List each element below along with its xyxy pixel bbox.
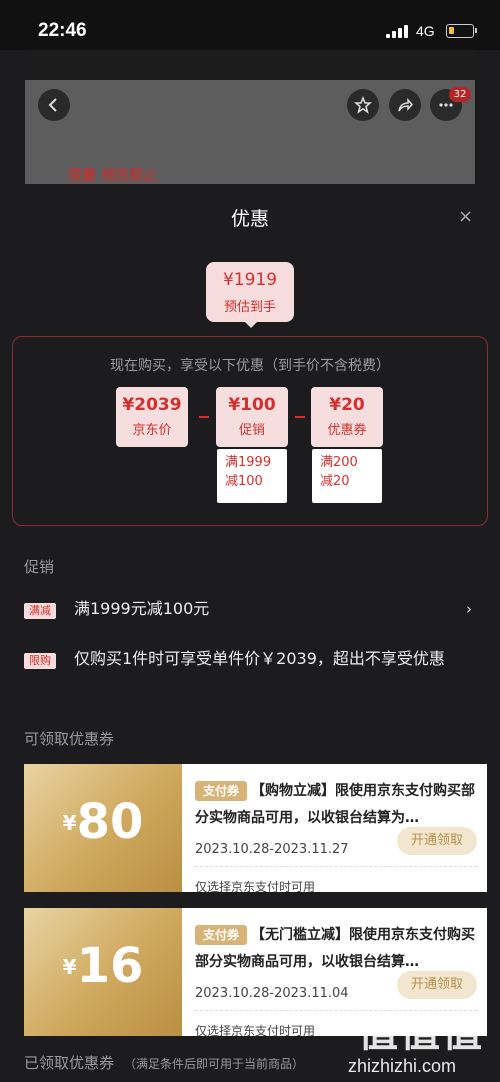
minus-sign bbox=[199, 416, 209, 418]
coupon-amount: ¥20 bbox=[329, 395, 365, 415]
promo-row-full-reduction[interactable]: 满减 满1999元减100元 › bbox=[24, 599, 476, 622]
back-button[interactable] bbox=[38, 89, 70, 121]
background-promo-text: 限量 领完即止 bbox=[68, 168, 157, 184]
coupon-note: 仅选择京东支付时可用 bbox=[195, 880, 316, 892]
back-icon bbox=[48, 98, 57, 112]
jd-price-chip: ¥2039 京东价 bbox=[116, 387, 188, 447]
coupon-dates: 2023.10.28-2023.11.04 bbox=[195, 986, 349, 1001]
star-icon bbox=[354, 96, 372, 114]
promo-rule-line2: 减100 bbox=[225, 474, 263, 489]
coupon-divider bbox=[195, 866, 477, 867]
share-icon bbox=[398, 98, 414, 112]
watermark-logo: 值值值 bbox=[358, 1010, 484, 1056]
cart-badge: 32 bbox=[449, 87, 471, 102]
battery-icon bbox=[446, 24, 477, 38]
close-icon[interactable]: × bbox=[458, 206, 473, 227]
coupon-rule: 满200 减20 bbox=[312, 449, 382, 503]
status-time: 22:46 bbox=[38, 20, 87, 41]
discount-sheet: 优惠 × ¥1919 预估到手 现在购买，享受以下优惠（到手价不含税费） ¥20… bbox=[0, 184, 500, 1082]
coupons-heading: 可领取优惠券 bbox=[24, 730, 115, 748]
promo-row-purchase-limit: 限购 仅购买1件时可享受单件价￥2039，超出不享受优惠 bbox=[24, 649, 476, 698]
coupon-rule-line1: 满200 bbox=[320, 455, 358, 470]
final-price-bubble: ¥1919 预估到手 bbox=[206, 262, 294, 328]
jd-price-label: 京东价 bbox=[132, 423, 172, 438]
watermark: 值值值 zhizhizhi.com bbox=[340, 1000, 500, 1082]
promo-text: 满1999元减100元 bbox=[74, 599, 210, 618]
network-type: 4G bbox=[416, 23, 435, 39]
jd-price-amount: ¥2039 bbox=[122, 395, 182, 415]
received-heading-text: 已领取优惠券 bbox=[24, 1054, 115, 1072]
received-coupons-heading: 已领取优惠券 （满足条件后即可用于当前商品） bbox=[24, 1052, 304, 1073]
sheet-title: 优惠 bbox=[230, 208, 269, 230]
promo-label: 促销 bbox=[238, 423, 265, 438]
coupon-rule-line2: 减20 bbox=[320, 474, 350, 489]
coupon-tag: 支付券 bbox=[195, 781, 248, 801]
coupon-dates: 2023.10.28-2023.11.27 bbox=[195, 842, 349, 857]
coupon-card: ¥80 支付券 【购物立减】限使用京东支付购买部分实物商品可用，以收银台结算为… … bbox=[24, 764, 487, 892]
final-price-amount: ¥1919 bbox=[222, 270, 278, 290]
coupon-tag: 支付券 bbox=[195, 925, 248, 945]
coupon-value: 16 bbox=[76, 938, 144, 994]
promo-tag: 满减 bbox=[24, 602, 56, 619]
favorite-button[interactable] bbox=[347, 89, 379, 121]
coupon-note: 仅选择京东支付时可用 bbox=[195, 1024, 316, 1036]
coupon-currency: ¥ bbox=[62, 955, 77, 979]
promo-text: 仅购买1件时可享受单件价￥2039，超出不享受优惠 bbox=[74, 649, 445, 668]
promo-tag: 限购 bbox=[24, 652, 56, 669]
coupon-label: 优惠券 bbox=[327, 423, 367, 438]
promo-rule-line1: 满1999 bbox=[225, 455, 272, 470]
share-button[interactable] bbox=[389, 89, 421, 121]
received-hint: （满足条件后即可用于当前商品） bbox=[124, 1057, 305, 1071]
coupon-chip: ¥20 优惠券 bbox=[311, 387, 383, 447]
background-header bbox=[25, 50, 475, 80]
signal-icon bbox=[386, 24, 408, 38]
coupon-value-panel: ¥80 bbox=[24, 764, 182, 892]
status-bar: 22:46 4G bbox=[0, 0, 500, 50]
chevron-right-icon: › bbox=[466, 600, 472, 618]
promotions-heading: 促销 bbox=[24, 558, 55, 576]
promo-chip: ¥100 促销 bbox=[216, 387, 288, 447]
coupon-value: 80 bbox=[76, 794, 144, 850]
coupon-value-panel: ¥16 bbox=[24, 908, 182, 1036]
promo-amount: ¥100 bbox=[228, 395, 276, 415]
minus-sign bbox=[295, 416, 305, 418]
breakdown-caption: 现在购买，享受以下优惠（到手价不含税费） bbox=[110, 358, 390, 374]
price-breakdown: 现在购买，享受以下优惠（到手价不含税费） ¥2039 京东价 ¥100 促销 满… bbox=[12, 336, 488, 526]
final-price-label: 预估到手 bbox=[223, 300, 276, 315]
claim-coupon-button[interactable]: 开通领取 bbox=[397, 827, 477, 855]
claim-coupon-button[interactable]: 开通领取 bbox=[397, 971, 477, 999]
promo-rule: 满1999 减100 bbox=[217, 449, 287, 503]
watermark-url: zhizhizhi.com bbox=[348, 1056, 457, 1076]
coupon-currency: ¥ bbox=[62, 811, 77, 835]
